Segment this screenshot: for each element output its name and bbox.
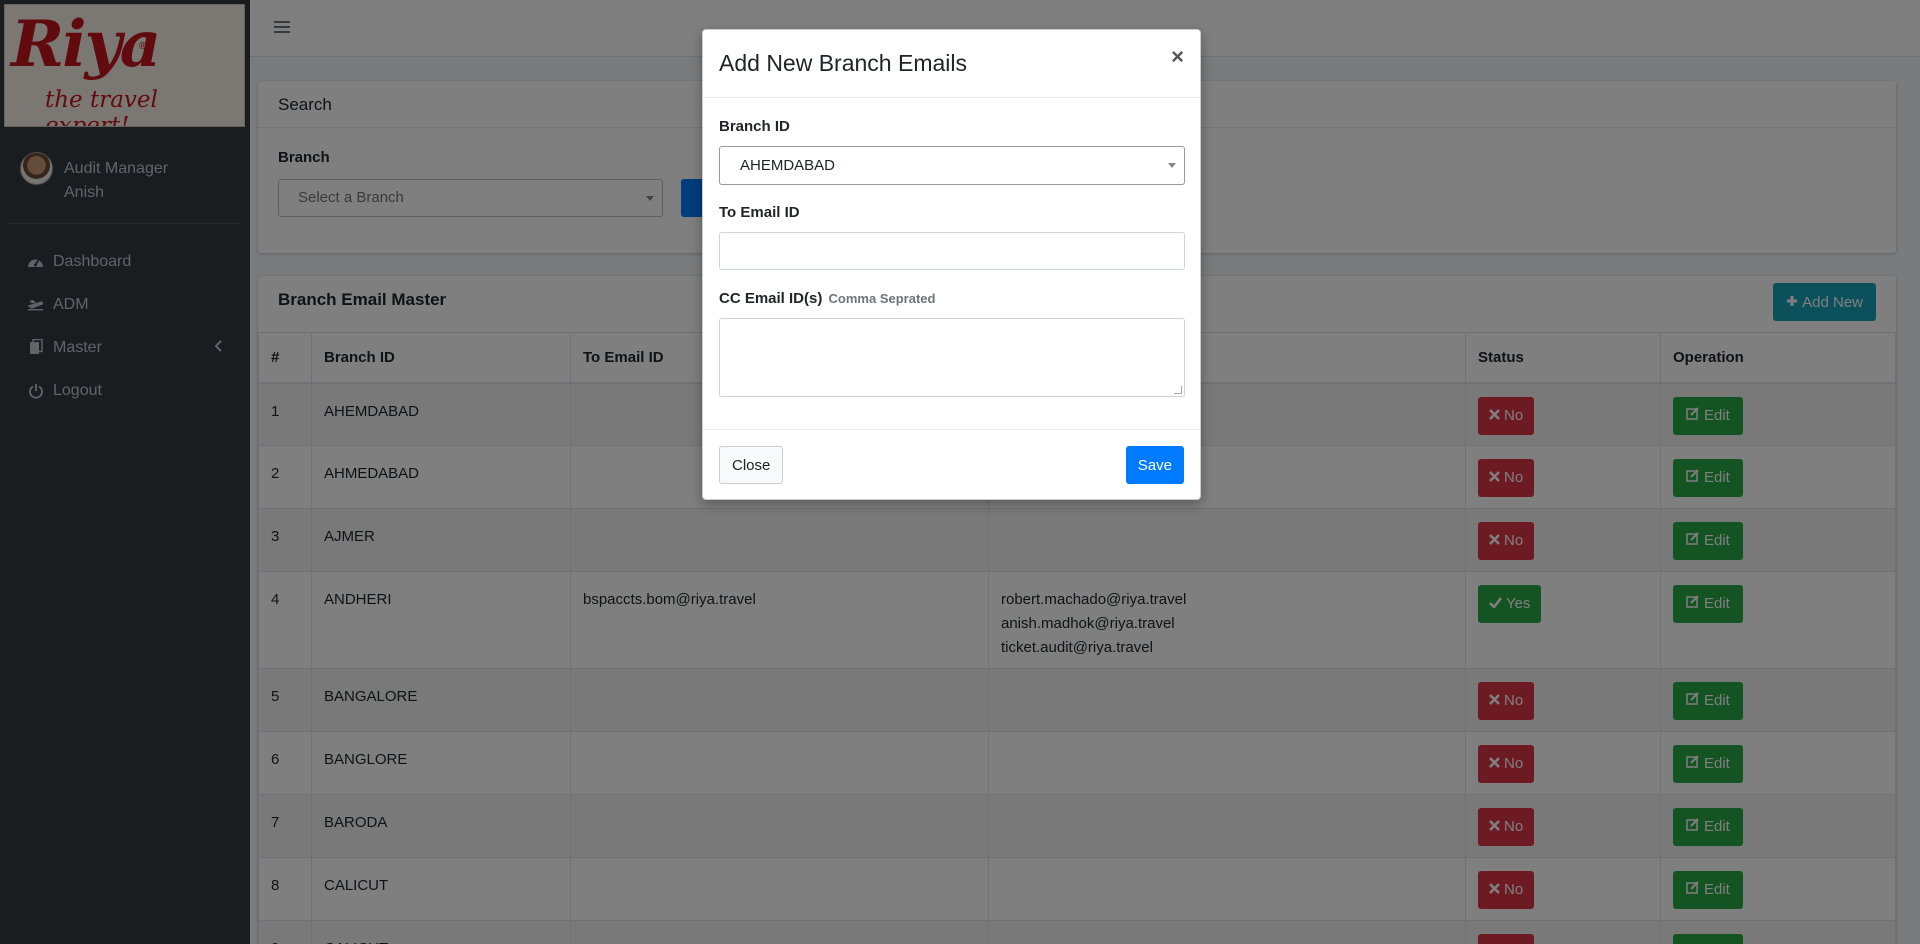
cc-email-label: CC Email ID(s) Comma Seprated [719,290,935,307]
branch-id-value: AHEMDABAD [740,157,836,174]
caret-down-icon [1168,163,1176,168]
close-icon[interactable]: × [1171,44,1184,70]
cc-email-textarea[interactable] [719,318,1185,397]
cc-email-hint: Comma Seprated [828,291,936,306]
add-branch-email-modal: Add New Branch Emails × Branch ID AHEMDA… [702,29,1201,500]
branch-id-label: Branch ID [719,118,790,135]
modal-header-divider [703,97,1200,98]
to-email-label: To Email ID [719,204,800,221]
cc-email-label-text: CC Email ID(s) [719,290,823,307]
close-button[interactable]: Close [719,446,784,484]
modal-title: Add New Branch Emails [719,50,967,76]
to-email-input[interactable] [719,232,1185,270]
save-button[interactable]: Save [1125,446,1184,484]
branch-id-select[interactable]: AHEMDABAD [719,146,1185,185]
modal-footer-divider [703,429,1200,430]
resize-handle-icon[interactable] [1174,386,1182,394]
